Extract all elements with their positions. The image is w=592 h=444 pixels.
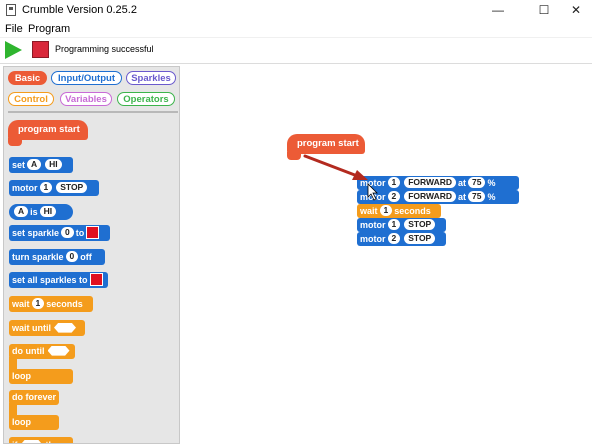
status-text: Programming successful xyxy=(55,44,154,54)
palette-wait-block[interactable]: wait 1 seconds xyxy=(9,296,93,312)
maximize-button[interactable]: ☐ xyxy=(528,0,560,21)
menu-program[interactable]: Program xyxy=(28,23,70,35)
minimize-button[interactable]: — xyxy=(482,0,514,21)
sparkle-color-swatch[interactable] xyxy=(86,226,100,240)
palette-motor-block[interactable]: motor 1 STOP xyxy=(9,180,99,196)
annotation-arrow xyxy=(303,154,378,201)
palette-set-all-sparkles-block[interactable]: set all sparkles to xyxy=(9,272,108,288)
palette-if-block[interactable]: ifthen xyxy=(9,437,73,443)
menu-bar: File Program xyxy=(0,21,592,38)
tab-control[interactable]: Control xyxy=(8,92,54,106)
title-bar: Crumble Version 0.25.2 — ☐ ✕ xyxy=(0,0,592,22)
window-title: Crumble Version 0.25.2 xyxy=(22,4,137,16)
condition-slot[interactable] xyxy=(54,322,76,333)
palette-do-forever-block[interactable]: do forever loop xyxy=(9,390,77,430)
palette-set-sparkle-block[interactable]: set sparkle 0 to xyxy=(9,225,110,241)
menu-file[interactable]: File xyxy=(5,23,23,35)
palette-divider xyxy=(8,111,178,113)
tab-sparkles[interactable]: Sparkles xyxy=(126,71,176,85)
tab-basic[interactable]: Basic xyxy=(8,71,47,85)
palette-set-block[interactable]: set A HI xyxy=(9,157,73,173)
tab-operators[interactable]: Operators xyxy=(117,92,175,106)
block-palette: Basic Input/Output Sparkles Control Vari… xyxy=(3,66,180,444)
app-icon xyxy=(6,4,16,16)
palette-wait-until-block[interactable]: wait until xyxy=(9,320,85,336)
all-sparkles-color-swatch[interactable] xyxy=(89,273,103,287)
program-start-label: program start xyxy=(18,124,80,135)
mouse-cursor-icon xyxy=(367,183,378,201)
workspace[interactable]: program start motor1FORWARDat75% motor2F… xyxy=(182,66,592,444)
close-button[interactable]: ✕ xyxy=(560,0,592,21)
tab-variables[interactable]: Variables xyxy=(60,92,112,106)
run-icon[interactable] xyxy=(5,41,22,59)
palette-program-start-block[interactable]: program start xyxy=(8,120,88,146)
palette-turn-sparkle-block[interactable]: turn sparkle 0 off xyxy=(9,249,105,265)
toolbar: Programming successful xyxy=(0,38,592,64)
palette-condition-block[interactable]: Ais HI xyxy=(9,204,73,220)
palette-do-until-block[interactable]: do until loop xyxy=(9,344,77,384)
tab-input-output[interactable]: Input/Output xyxy=(51,71,122,85)
stop-icon[interactable] xyxy=(32,41,49,58)
